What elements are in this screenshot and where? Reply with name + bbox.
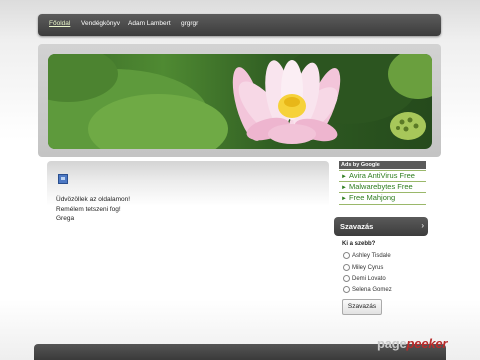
poll-question: Ki a szebb? [342,241,376,247]
ads-header[interactable]: Ads by Google [339,161,426,169]
watermark-peeker: peeker [406,336,448,351]
watermark-logo: pagepeeker [377,336,447,351]
nav-item-adam-lambert[interactable]: Adam Lambert [128,20,171,27]
hope-text: Remélem tetszeni fog! [56,206,121,213]
radio-button[interactable] [343,286,350,293]
poll-header[interactable]: Szavazás › [334,217,428,236]
nav-item-grgrgr[interactable]: grgrgr [181,20,198,27]
ads-box: Ads by Google ► Avira AntiVirus Free ► Mal… [339,161,426,207]
ad-link-label: Malwarebytes Free [348,182,413,191]
chevron-right-icon: › [421,221,424,230]
triangle-icon: ► [341,196,347,202]
triangle-icon: ► [341,185,347,191]
poll-option-miley[interactable]: Miley Cyrus [343,264,383,271]
poll-option-demi[interactable]: Demi Lovato [343,275,386,282]
watermark-page: page [377,336,407,351]
radio-button[interactable] [343,252,350,259]
lotus-illustration [48,54,432,149]
poll-option-label: Demi Lovato [352,276,386,283]
top-navigation: Főoldal Vendégkönyv Adam Lambert grgrgr [38,14,441,36]
ad-link-malwarebytes[interactable]: ► Malwarebytes Free [341,182,413,191]
ad-link-label: Avira AntiVirus Free [348,171,415,180]
broken-image-icon [58,174,68,184]
poll-option-label: Selena Gomez [352,287,392,294]
lotus-seed-pod [390,112,426,140]
ad-link-avira[interactable]: ► Avira AntiVirus Free [341,171,415,180]
radio-button[interactable] [343,264,350,271]
triangle-icon: ► [341,174,347,180]
ad-link-label: Free Mahjong [348,193,396,202]
signature-text: Grega [56,215,75,222]
poll-option-label: Miley Cyrus [352,265,384,272]
poll-title: Szavazás [340,222,374,231]
poll-option-selena[interactable]: Selena Gomez [343,286,392,293]
lotus-flower [232,60,341,144]
welcome-text: Üdvözöllek az oldalamon! [56,196,131,203]
poll-option-label: Ashley Tisdale [352,253,391,260]
main-content-box [47,161,329,281]
nav-item-home[interactable]: Főoldal [49,20,70,27]
ads-divider [339,204,426,205]
ad-link-mahjong[interactable]: ► Free Mahjong [341,193,395,202]
nav-item-guestbook[interactable]: Vendégkönyv [81,20,120,27]
poll-option-ashley[interactable]: Ashley Tisdale [343,252,391,259]
vote-button[interactable]: Szavazás [342,299,382,315]
radio-button[interactable] [343,275,350,282]
lotus-banner-image [48,54,432,149]
